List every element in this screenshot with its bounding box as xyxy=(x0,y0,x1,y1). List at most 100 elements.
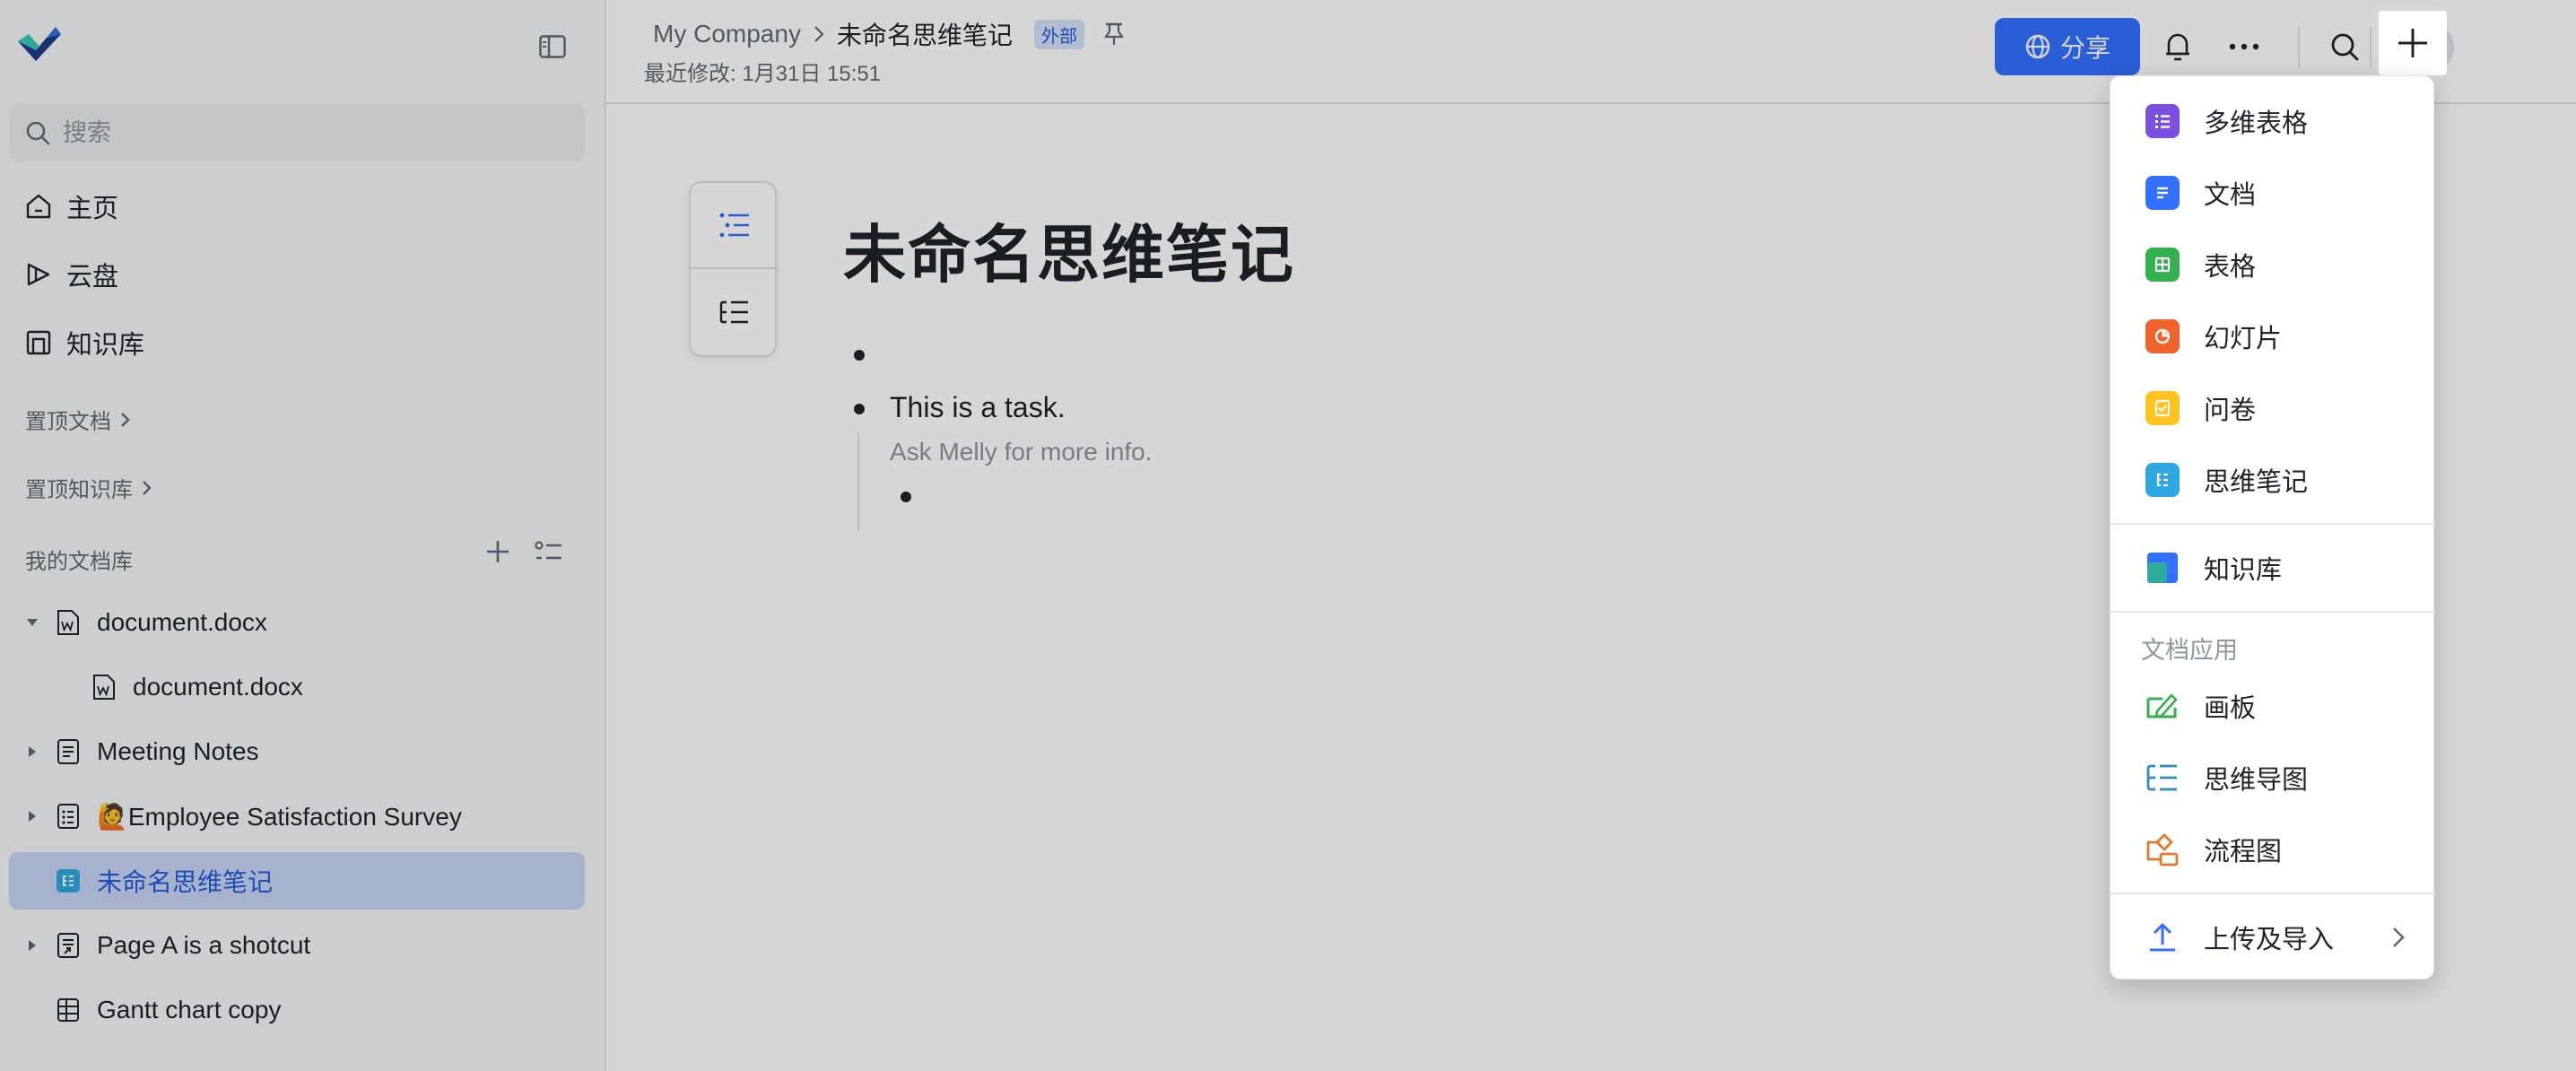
last-modified: 最近修改: 1月31日 15:51 xyxy=(644,62,882,86)
share-button[interactable]: 分享 xyxy=(1995,18,2140,75)
pinned-docs-header[interactable]: 置顶文档 xyxy=(25,404,131,435)
menu-group-header: 文档应用 xyxy=(2141,637,2238,664)
search-icon[interactable] xyxy=(2321,23,2368,70)
nav-cloud-drive[interactable]: 云盘 xyxy=(9,246,585,303)
tree-item[interactable]: Meeting Notes xyxy=(9,723,585,780)
page-title[interactable]: 未命名思维笔记 xyxy=(843,205,1295,295)
create-menu: 多维表格 文档 表格 幻灯片 问卷 思维笔记 知识库 文档应用 画板 思维导图 … xyxy=(2110,75,2435,980)
menu-item-form[interactable]: 问卷 xyxy=(2110,372,2435,444)
my-library-header: 我的文档库 xyxy=(25,544,133,575)
chevron-right-icon xyxy=(121,412,130,427)
chevron-right-icon xyxy=(143,480,152,495)
caret-right-icon[interactable] xyxy=(25,938,39,953)
tree-item[interactable]: 🙋Employee Satisfaction Survey xyxy=(9,788,585,845)
bullet-point[interactable] xyxy=(854,404,865,414)
pinned-docs-label: 置顶文档 xyxy=(25,410,111,434)
plus-icon xyxy=(2398,29,2427,57)
breadcrumb-current[interactable]: 未命名思维笔记 xyxy=(837,16,1013,52)
pinned-wiki-header[interactable]: 置顶知识库 xyxy=(25,472,152,503)
menu-divider xyxy=(2110,523,2435,525)
menu-item-label: 文档 xyxy=(2204,181,2257,210)
note-guide-line xyxy=(857,432,859,531)
caret-right-icon[interactable] xyxy=(25,744,39,759)
nav-wiki-label: 知识库 xyxy=(66,331,145,360)
menu-item-whiteboard[interactable]: 画板 xyxy=(2110,670,2435,742)
whiteboard-icon xyxy=(2145,688,2180,724)
menu-item-label: 流程图 xyxy=(2204,838,2283,866)
shortcut-icon xyxy=(56,932,81,959)
bitable-icon xyxy=(2145,103,2180,139)
search-icon xyxy=(26,121,50,145)
menu-item-sheet[interactable]: 表格 xyxy=(2110,229,2435,300)
menu-item-label: 知识库 xyxy=(2204,556,2283,585)
tree-item[interactable]: document.docx xyxy=(9,658,585,716)
menu-item-label: 上传及导入 xyxy=(2204,926,2335,954)
mindmap-icon xyxy=(2145,760,2180,796)
app-logo-icon[interactable] xyxy=(16,25,65,68)
nav-wiki[interactable]: 知识库 xyxy=(9,314,585,371)
pinned-wiki-label: 置顶知识库 xyxy=(25,478,133,502)
menu-item-bitable[interactable]: 多维表格 xyxy=(2110,85,2435,157)
menu-item-mindmap[interactable]: 思维导图 xyxy=(2110,742,2435,814)
nav-home[interactable]: 主页 xyxy=(9,178,585,235)
doc-icon xyxy=(2145,175,2180,211)
tree-item-label: Meeting Notes xyxy=(97,737,259,765)
menu-item-mindnote[interactable]: 思维笔记 xyxy=(2110,444,2435,516)
search-box[interactable] xyxy=(9,104,585,161)
wiki-icon xyxy=(2145,550,2180,586)
my-library-label: 我的文档库 xyxy=(25,550,133,574)
nav-cloud-drive-label: 云盘 xyxy=(66,263,119,292)
menu-item-flowchart[interactable]: 流程图 xyxy=(2110,814,2435,885)
mindnote-icon xyxy=(2145,462,2180,498)
divider xyxy=(2298,27,2300,68)
more-icon[interactable] xyxy=(2221,23,2267,70)
menu-divider xyxy=(2110,892,2435,894)
divider xyxy=(2370,27,2371,68)
chevron-right-icon xyxy=(2392,927,2405,948)
breadcrumb: My Company 未命名思维笔记 外部 xyxy=(653,16,1124,52)
bullet-point[interactable] xyxy=(901,492,911,502)
outline-node-note[interactable]: Ask Melly for more info. xyxy=(890,438,1153,466)
new-item-button[interactable] xyxy=(2379,11,2447,75)
breadcrumb-root[interactable]: My Company xyxy=(653,20,801,48)
tree-item-label: Gantt chart copy xyxy=(97,996,282,1023)
menu-item-wiki[interactable]: 知识库 xyxy=(2110,532,2435,604)
tree-item-label: document.docx xyxy=(97,608,267,636)
survey-icon xyxy=(56,803,81,830)
list-options-icon[interactable] xyxy=(535,538,563,565)
mindnote-icon xyxy=(56,867,81,894)
tree-item[interactable]: Page A is a shotcut xyxy=(9,917,585,974)
outline-node-text[interactable]: This is a task. xyxy=(890,391,1066,424)
caret-right-icon[interactable] xyxy=(25,809,39,823)
gantt-icon xyxy=(56,997,81,1023)
bell-icon[interactable] xyxy=(2154,23,2201,70)
form-icon xyxy=(2145,390,2180,426)
menu-item-label: 画板 xyxy=(2204,694,2257,723)
doc-icon xyxy=(56,738,81,765)
menu-item-label: 问卷 xyxy=(2204,396,2257,425)
menu-item-upload[interactable]: 上传及导入 xyxy=(2110,901,2435,973)
view-switcher xyxy=(689,181,779,357)
tree-item-active[interactable]: 未命名思维笔记 xyxy=(9,852,585,910)
cloud-drive-icon xyxy=(27,263,50,286)
mindmap-view-icon[interactable] xyxy=(691,269,779,355)
menu-divider xyxy=(2110,611,2435,613)
tree-item[interactable]: document.docx xyxy=(9,594,585,651)
tree-item-label: 🙋Employee Satisfaction Survey xyxy=(97,802,462,831)
tree-item-label: document.docx xyxy=(133,673,303,701)
tree-item[interactable]: Gantt chart copy xyxy=(9,981,585,1039)
outline-view-icon[interactable] xyxy=(691,183,779,269)
external-badge: 外部 xyxy=(1033,19,1084,49)
pin-icon[interactable] xyxy=(1103,22,1124,46)
tree-item-label: Page A is a shotcut xyxy=(97,931,311,959)
home-icon xyxy=(26,194,51,219)
menu-item-slides[interactable]: 幻灯片 xyxy=(2110,300,2435,372)
search-input[interactable] xyxy=(63,118,547,147)
collapse-sidebar-icon[interactable] xyxy=(535,29,570,65)
bullet-point[interactable] xyxy=(854,350,865,361)
menu-item-doc[interactable]: 文档 xyxy=(2110,157,2435,229)
caret-down-icon[interactable] xyxy=(25,615,39,630)
add-icon[interactable] xyxy=(484,538,511,565)
tree-item-label: 未命名思维笔记 xyxy=(97,868,274,896)
slides-icon xyxy=(2145,318,2180,354)
